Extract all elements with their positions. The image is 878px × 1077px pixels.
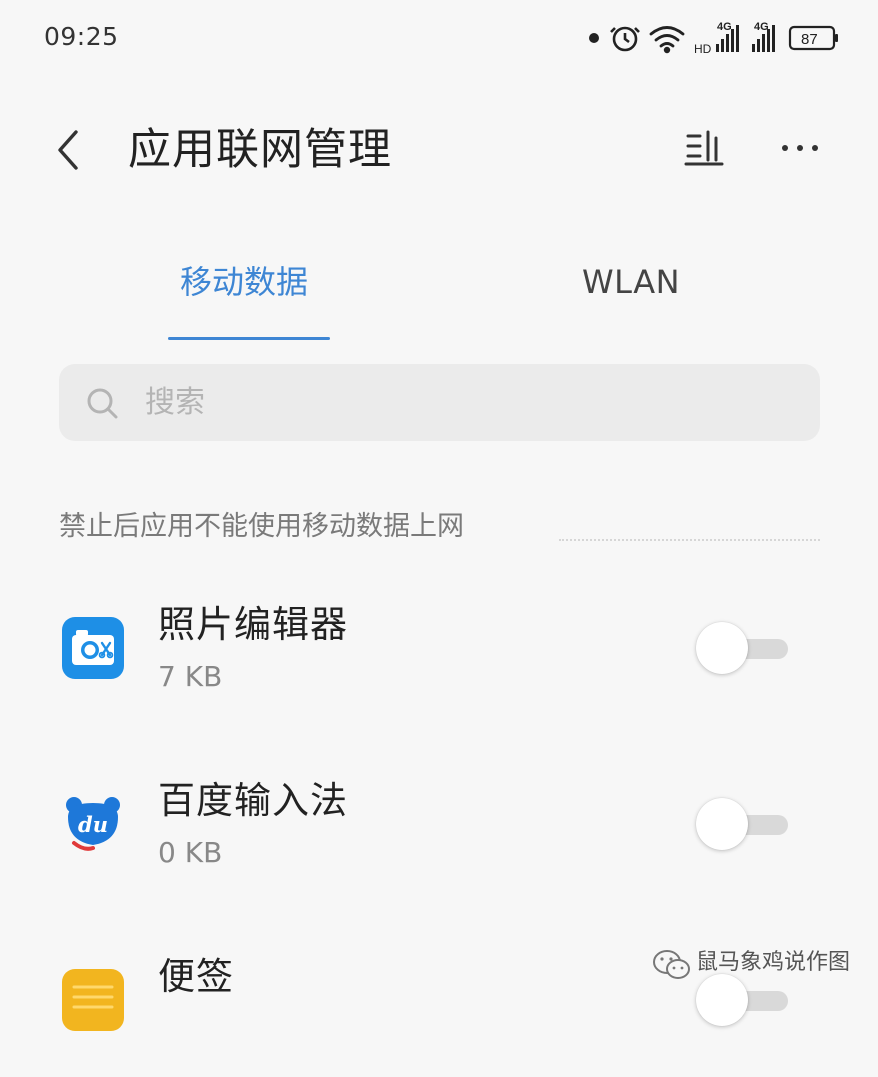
signal-4g-label: 4G	[717, 21, 732, 33]
toggle-knob	[696, 798, 748, 850]
tab-active-indicator	[168, 337, 330, 340]
list-item[interactable]: 照片编辑器 7 KB	[0, 575, 878, 725]
more-icon	[782, 145, 818, 151]
sort-icon	[684, 130, 724, 166]
photo-editor-icon	[62, 617, 124, 679]
signal-4g-label-2: 4G	[754, 21, 769, 33]
section-header: 禁止后应用不能使用移动数据上网	[59, 505, 820, 549]
svg-text:du: du	[78, 812, 108, 837]
app-usage: 7 KB	[158, 660, 223, 693]
app-name: 照片编辑器	[158, 603, 348, 646]
status-time: 09:25	[44, 22, 119, 51]
watermark-text: 鼠马象鸡说作图	[696, 950, 851, 975]
section-label: 禁止后应用不能使用移动数据上网	[59, 511, 464, 542]
battery-icon: 87	[788, 25, 838, 51]
tab-mobile-data[interactable]: 移动数据	[160, 240, 336, 340]
signal-4g-hd-icon: HD 4G	[694, 21, 739, 56]
page-title: 应用联网管理	[128, 125, 392, 175]
search-icon	[87, 388, 118, 419]
mobile-data-toggle[interactable]	[696, 622, 792, 676]
wechat-icon	[653, 950, 690, 979]
mobile-data-toggle[interactable]	[696, 798, 792, 852]
header: 应用联网管理	[0, 90, 878, 210]
watermark: 鼠马象鸡说作图	[652, 944, 862, 984]
status-bar: 09:25 HD 4G 4G 87	[0, 0, 878, 76]
back-button[interactable]	[46, 120, 94, 180]
app-name: 便签	[158, 955, 234, 998]
tab-mobile-data-label: 移动数据	[180, 263, 309, 301]
list-item[interactable]: du 百度输入法 0 KB	[0, 751, 878, 901]
status-icons: HD 4G 4G 87	[589, 21, 838, 56]
battery-level: 87	[801, 31, 818, 48]
wifi-icon	[649, 26, 685, 54]
alarm-icon	[610, 26, 640, 52]
notes-icon	[62, 969, 124, 1031]
back-arrow-icon	[58, 130, 78, 170]
section-divider	[559, 539, 820, 541]
tab-bar: 移动数据 WLAN	[0, 240, 878, 344]
signal-4g-icon: 4G	[752, 21, 775, 52]
sort-button[interactable]	[682, 124, 726, 172]
more-button[interactable]	[776, 124, 824, 172]
tab-wlan[interactable]: WLAN	[560, 240, 700, 340]
app-list: 照片编辑器 7 KB du 百度输入法 0 KB 便签	[0, 575, 878, 1031]
app-name: 百度输入法	[158, 779, 348, 822]
search-input[interactable]	[145, 378, 785, 426]
tab-wlan-label: WLAN	[582, 263, 681, 301]
baidu-input-icon: du	[66, 797, 120, 851]
toggle-knob	[696, 622, 748, 674]
search-box[interactable]	[59, 364, 820, 441]
app-usage: 0 KB	[158, 836, 223, 869]
notification-dot-icon	[589, 33, 599, 43]
signal-hd-label: HD	[694, 42, 712, 56]
